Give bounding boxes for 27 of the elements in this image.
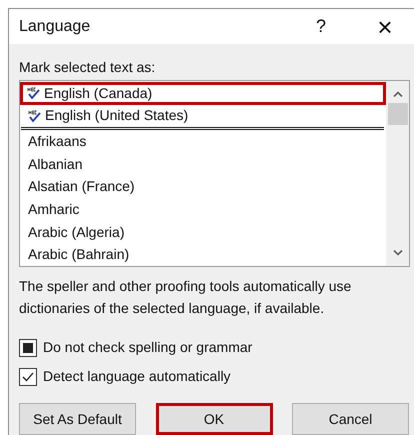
checkbox[interactable] bbox=[19, 368, 37, 386]
language-item[interactable]: Albanian bbox=[21, 153, 386, 176]
checkbox-label[interactable]: Detect language automatically bbox=[43, 366, 231, 387]
checkbox-label[interactable]: Do not check spelling or grammar bbox=[43, 337, 252, 358]
help-button[interactable]: ? bbox=[306, 13, 336, 40]
scrollbar-thumb[interactable] bbox=[388, 103, 408, 125]
checkbox[interactable] bbox=[19, 338, 37, 356]
scrollbar[interactable] bbox=[386, 81, 409, 266]
list-label: Mark selected text as: bbox=[19, 58, 156, 76]
spellcheck-icon bbox=[27, 87, 40, 100]
language-item[interactable]: Afrikaans bbox=[21, 130, 386, 154]
language-list[interactable]: English (Canada) English (United States) Afrikaans Albanian Alsatian (France) Amharic Arabic (Algeria) Arabic (Bahrain) bbox=[19, 80, 410, 267]
scroll-up-icon[interactable] bbox=[392, 91, 402, 97]
close-button[interactable]: × bbox=[370, 14, 400, 40]
language-item[interactable]: Arabic (Bahrain) bbox=[21, 243, 386, 266]
language-item[interactable]: Alsatian (France) bbox=[21, 176, 386, 198]
scroll-down-icon[interactable] bbox=[392, 250, 402, 256]
dialog-button[interactable]: OK bbox=[156, 403, 272, 435]
language-item[interactable]: English (Canada) bbox=[20, 82, 386, 105]
language-item[interactable]: Amharic bbox=[21, 198, 386, 221]
dialog-button[interactable]: Cancel bbox=[292, 403, 409, 435]
language-item[interactable]: English (United States) bbox=[21, 104, 386, 128]
language-item[interactable]: Arabic (Algeria) bbox=[21, 220, 386, 244]
description-text: The speller and other proofing tools automatically use dictionaries of the selected language, if available. bbox=[19, 277, 352, 318]
spellcheck-icon bbox=[28, 110, 41, 122]
dialog-button[interactable]: Set As Default bbox=[19, 403, 136, 435]
window-title: Language bbox=[19, 16, 92, 36]
